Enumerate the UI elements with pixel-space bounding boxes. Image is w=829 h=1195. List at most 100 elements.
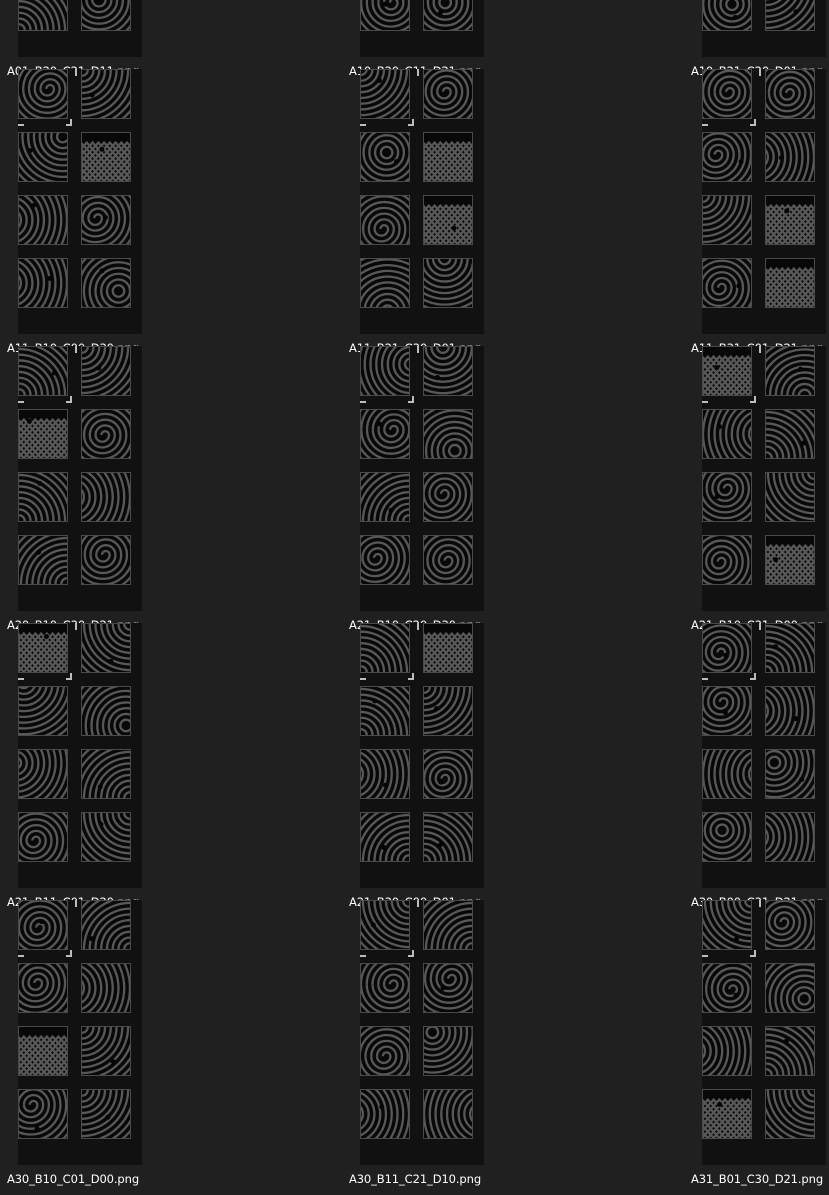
pattern-cell xyxy=(702,472,752,522)
corner-mark xyxy=(702,401,708,403)
pattern-cell xyxy=(18,346,68,396)
file-browser-thumbnail-view: { "files": [ {"name": "A01_B20_C21_D11.p… xyxy=(0,0,829,1195)
corner-mark xyxy=(759,69,761,76)
corner-mark xyxy=(66,955,72,957)
pattern-cell xyxy=(18,0,68,31)
pattern-cell xyxy=(81,258,131,308)
file-thumbnail xyxy=(18,69,142,334)
pattern-cell xyxy=(423,346,473,396)
corner-mark xyxy=(75,623,77,630)
corner-mark xyxy=(750,678,756,680)
pattern-cell xyxy=(18,963,68,1013)
file-thumbnail xyxy=(18,623,142,888)
thumbnail-grid: A01_B20_C21_D11.png A10_B20_C11_D21.png … xyxy=(0,0,829,1195)
pattern-cell xyxy=(81,1089,131,1139)
corner-mark xyxy=(750,401,756,403)
pattern-cell xyxy=(702,258,752,308)
pattern-cell xyxy=(360,258,410,308)
pattern-cell xyxy=(423,409,473,459)
pattern-cell xyxy=(702,535,752,585)
corner-mark xyxy=(18,124,24,126)
pattern-cell xyxy=(18,69,68,119)
pattern-cell xyxy=(360,132,410,182)
pattern-cell xyxy=(18,1089,68,1139)
corner-mark xyxy=(417,623,419,630)
pattern-cell xyxy=(702,69,752,119)
pattern-cell xyxy=(765,963,815,1013)
corner-mark xyxy=(360,955,366,957)
pattern-cell xyxy=(765,195,815,245)
pattern-cell xyxy=(423,535,473,585)
corner-mark xyxy=(408,678,414,680)
pattern-cell xyxy=(360,1089,410,1139)
pattern-cell xyxy=(423,69,473,119)
pattern-cell xyxy=(360,1026,410,1076)
corner-mark xyxy=(702,955,708,957)
pattern-cell xyxy=(18,409,68,459)
pattern-cell xyxy=(702,812,752,862)
pattern-cell xyxy=(765,1026,815,1076)
pattern-cell xyxy=(360,686,410,736)
pattern-cell xyxy=(423,258,473,308)
corner-mark xyxy=(75,346,77,353)
pattern-cell xyxy=(360,472,410,522)
pattern-cell xyxy=(702,963,752,1013)
corner-mark xyxy=(66,678,72,680)
pattern-cell xyxy=(81,346,131,396)
corner-mark xyxy=(702,124,708,126)
pattern-cell xyxy=(18,535,68,585)
pattern-cell xyxy=(18,472,68,522)
corner-mark xyxy=(360,678,366,680)
pattern-cell xyxy=(765,749,815,799)
file-thumbnail xyxy=(360,0,484,57)
pattern-cell xyxy=(423,132,473,182)
file-name-label: A30_B11_C21_D10.png xyxy=(348,1172,482,1186)
pattern-cell xyxy=(423,195,473,245)
pattern-cell xyxy=(360,749,410,799)
corner-mark xyxy=(759,346,761,353)
pattern-cell xyxy=(18,132,68,182)
pattern-cell xyxy=(81,472,131,522)
corner-mark xyxy=(408,124,414,126)
pattern-cell xyxy=(702,132,752,182)
pattern-cell xyxy=(18,1026,68,1076)
pattern-cell xyxy=(81,812,131,862)
corner-mark xyxy=(417,346,419,353)
pattern-cell xyxy=(18,258,68,308)
pattern-cell xyxy=(81,535,131,585)
pattern-cell xyxy=(18,623,68,673)
pattern-cell xyxy=(81,749,131,799)
pattern-cell xyxy=(702,1089,752,1139)
pattern-cell xyxy=(81,132,131,182)
pattern-cell xyxy=(81,963,131,1013)
pattern-cell xyxy=(765,623,815,673)
pattern-cell xyxy=(702,1026,752,1076)
pattern-cell xyxy=(18,686,68,736)
pattern-cell xyxy=(765,686,815,736)
pattern-cell xyxy=(765,812,815,862)
pattern-cell xyxy=(765,132,815,182)
pattern-cell xyxy=(423,900,473,950)
corner-mark xyxy=(75,69,77,76)
corner-mark xyxy=(750,124,756,126)
file-name-label: A30_B10_C01_D00.png xyxy=(6,1172,140,1186)
pattern-cell xyxy=(360,623,410,673)
pattern-cell xyxy=(423,1089,473,1139)
corner-mark xyxy=(18,678,24,680)
pattern-cell xyxy=(360,900,410,950)
pattern-cell xyxy=(702,623,752,673)
pattern-cell xyxy=(360,346,410,396)
pattern-cell xyxy=(81,195,131,245)
file-thumbnail xyxy=(18,900,142,1165)
pattern-cell xyxy=(765,0,815,31)
pattern-cell xyxy=(423,0,473,31)
pattern-cell xyxy=(423,623,473,673)
pattern-cell xyxy=(360,69,410,119)
pattern-cell xyxy=(702,900,752,950)
pattern-cell xyxy=(18,195,68,245)
pattern-cell xyxy=(702,346,752,396)
corner-mark xyxy=(417,69,419,76)
corner-mark xyxy=(759,900,761,907)
file-thumbnail xyxy=(702,0,826,57)
corner-mark xyxy=(408,955,414,957)
